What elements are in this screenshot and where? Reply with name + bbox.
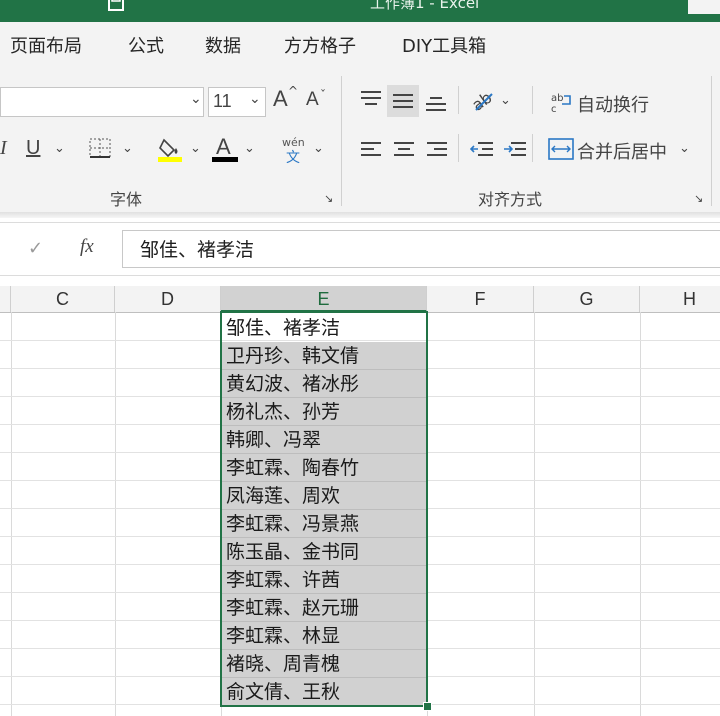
font-size-value: 11 (213, 91, 232, 111)
divider (532, 134, 533, 162)
chevron-down-icon: ⌄ (190, 91, 202, 107)
align-top-icon[interactable] (360, 90, 382, 108)
increase-indent-icon[interactable] (503, 140, 527, 160)
caret-down-icon: ˇ (320, 88, 326, 102)
group-label-alignment: 对齐方式 (478, 190, 543, 209)
column-header-b[interactable] (0, 286, 11, 312)
menu-bar (0, 22, 720, 66)
column-header-d[interactable]: D (115, 286, 221, 312)
column-header-h[interactable]: H (640, 286, 720, 312)
group-divider (711, 76, 712, 206)
italic-button[interactable]: I (0, 137, 7, 160)
chevron-down-icon[interactable]: ⌄ (244, 141, 255, 156)
align-middle-icon (393, 94, 413, 108)
divider (458, 134, 459, 162)
dialog-launcher-icon[interactable]: ↘ (694, 192, 703, 205)
save-icon[interactable] (106, 0, 128, 12)
borders-icon[interactable] (88, 137, 114, 161)
divider (458, 86, 459, 114)
svg-text:ab: ab (470, 88, 496, 114)
selection-border (220, 311, 428, 707)
menu-page-layout[interactable]: 页面布局 (10, 32, 82, 58)
chevron-down-icon[interactable]: ⌄ (190, 141, 201, 156)
divider (532, 86, 533, 114)
fill-handle[interactable] (423, 702, 432, 711)
menu-data[interactable]: 数据 (205, 32, 241, 58)
menu-diy-toolbox[interactable]: DIY工具箱 (402, 32, 486, 58)
window-control[interactable] (688, 0, 720, 14)
merge-center-icon (548, 138, 574, 160)
align-left-icon[interactable] (360, 140, 382, 160)
column-header-f[interactable]: F (427, 286, 534, 312)
chevron-down-icon[interactable]: ⌄ (679, 141, 690, 156)
svg-text:ab: ab (551, 93, 563, 104)
svg-text:c: c (551, 104, 557, 114)
underline-button[interactable]: U (26, 137, 40, 160)
column-header-g[interactable]: G (534, 286, 640, 312)
font-color-swatch (212, 157, 238, 162)
align-bottom-icon[interactable] (425, 94, 447, 112)
phonetic-guide-button[interactable]: 文 (286, 147, 300, 167)
column-header-e[interactable]: E (221, 286, 427, 312)
grid-column-line (534, 312, 535, 716)
increase-font-button[interactable]: A (273, 86, 288, 112)
group-label-font: 字体 (110, 190, 143, 209)
align-center-icon[interactable] (393, 140, 415, 160)
menu-formulas[interactable]: 公式 (128, 32, 164, 58)
dialog-launcher-icon[interactable]: ↘ (324, 192, 333, 205)
ribbon-shadow (0, 212, 720, 218)
menu-fangfangegezi[interactable]: 方方格子 (284, 32, 356, 58)
window-title: 工作簿1 - Excel (370, 0, 480, 12)
group-divider (341, 76, 342, 206)
align-right-icon[interactable] (426, 140, 448, 160)
column-header-c[interactable]: C (11, 286, 115, 312)
grid-column-line (115, 312, 116, 716)
chevron-down-icon[interactable]: ⌄ (500, 93, 511, 108)
chevron-down-icon[interactable]: ⌄ (122, 141, 133, 156)
font-name-dropdown[interactable] (0, 87, 204, 117)
fill-color-icon[interactable] (156, 134, 186, 164)
insert-function-button[interactable]: fx (80, 236, 94, 258)
merge-center-button[interactable]: 合并后居中 (577, 138, 667, 164)
orientation-icon[interactable]: ab (470, 88, 498, 114)
chevron-down-icon[interactable]: ⌄ (313, 141, 324, 156)
enter-icon[interactable]: ✓ (28, 238, 43, 259)
chevron-down-icon: ⌄ (249, 91, 261, 107)
wrap-text-icon: abc (551, 93, 571, 114)
decrease-font-button[interactable]: A (306, 89, 319, 111)
grid-column-line (640, 312, 641, 716)
wrap-text-button[interactable]: 自动换行 (577, 91, 649, 117)
caret-up-icon: ^ (288, 84, 299, 98)
decrease-indent-icon[interactable] (470, 140, 494, 160)
grid-column-line (11, 312, 12, 716)
chevron-down-icon[interactable]: ⌄ (54, 141, 65, 156)
formula-value: 邹佳、褚孝洁 (140, 239, 255, 261)
